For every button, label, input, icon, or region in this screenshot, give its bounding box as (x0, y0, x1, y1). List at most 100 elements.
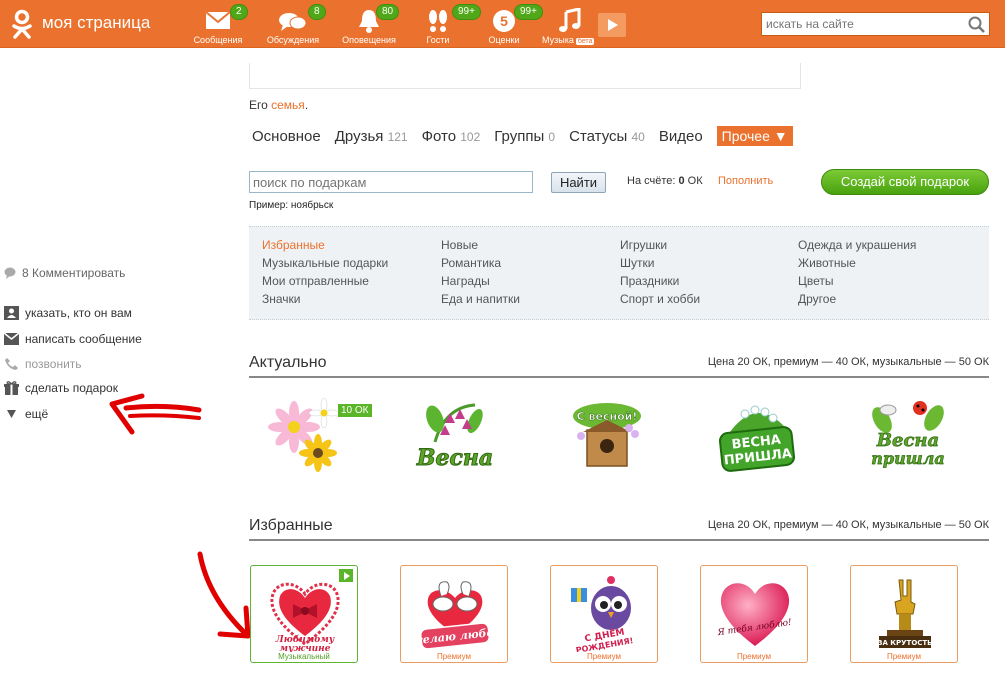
gift-card-premium[interactable]: Я тебя люблю! Премиум (700, 565, 808, 663)
nav-music[interactable]: Музыка бета (540, 4, 600, 46)
site-search-input[interactable] (762, 13, 962, 35)
gift-card-premium[interactable]: желаю любви Премиум (400, 565, 508, 663)
gift-card-premium[interactable]: С ДНЁМ РОЖДЕНИЯ! Премиум (550, 565, 658, 663)
tab-photos[interactable]: Фото 102 (422, 128, 481, 145)
nav-discussions[interactable]: 8 Обсуждения (262, 4, 326, 46)
rating-five-icon: 5 (493, 10, 515, 32)
example-prefix: Пример: (249, 200, 291, 211)
top-bar: моя страница 2 Сообщения 8 Обсуждения 80… (0, 0, 1005, 48)
set-relation-link[interactable]: указать, кто он вам (4, 306, 132, 320)
family-link[interactable]: семья (271, 98, 305, 112)
beta-badge: бета (575, 38, 595, 45)
gift-card-music[interactable]: Любимому мужчине Музыкальный (250, 565, 358, 663)
write-message-link[interactable]: написать сообщение (4, 332, 142, 346)
badge-messages: 2 (230, 4, 248, 20)
find-button[interactable]: Найти (551, 172, 606, 193)
example-value[interactable]: ноябрьск (291, 200, 333, 211)
category-other[interactable]: Другое (798, 292, 836, 306)
section-divider (249, 539, 989, 541)
tab-video[interactable]: Видео (659, 128, 703, 145)
tab-count: 102 (460, 129, 481, 144)
call-label: позвонить (25, 357, 82, 371)
vesna-prishla-ladybug-image[interactable]: Весна пришла (858, 396, 958, 476)
play-music-button[interactable] (598, 13, 626, 37)
tab-friends[interactable]: Друзья 121 (335, 128, 408, 145)
nav-notifications[interactable]: 80 Оповещения (338, 4, 400, 46)
category-toys[interactable]: Игрушки (620, 238, 667, 252)
make-gift-link[interactable]: сделать подарок (4, 381, 118, 395)
category-clothes[interactable]: Одежда и украшения (798, 238, 916, 252)
ya-tebya-lyublyu-heart-image: Я тебя люблю! (716, 583, 793, 646)
triangle-down-icon (7, 410, 16, 418)
more-link[interactable]: ещё (4, 407, 48, 421)
gift-icon (4, 381, 19, 395)
badge-guests: 99+ (452, 4, 481, 20)
annotation-arrow-icon (109, 393, 202, 435)
search-icon[interactable] (968, 16, 986, 34)
status-frame (249, 63, 801, 89)
s-vesnoy-birdhouse-image[interactable]: С весной! (557, 396, 657, 476)
account-prefix: На счёте: (627, 175, 679, 187)
vesna-bluebells-image[interactable]: Весна (405, 397, 505, 477)
chat-bubbles-icon (279, 13, 307, 31)
nav-ratings[interactable]: 5 99+ Оценки (484, 4, 543, 46)
section-price-actual: Цена 20 ОК, премиум — 40 ОК, музыкальные… (707, 356, 989, 368)
section-price-favorites: Цена 20 ОК, премиум — 40 ОК, музыкальные… (707, 519, 989, 531)
nav-guests[interactable]: 99+ Гости (416, 4, 481, 46)
category-food[interactable]: Еда и напитки (441, 292, 520, 306)
category-sport[interactable]: Спорт и хобби (620, 292, 700, 306)
create-gift-button[interactable]: Создай свой подарок (821, 169, 989, 195)
envelope-icon (4, 333, 19, 345)
account-balance: На счёте: 0 ОК (627, 175, 703, 187)
profile-photo-area[interactable] (0, 56, 218, 256)
category-new[interactable]: Новые (441, 238, 478, 252)
tab-label: Основное (252, 127, 321, 145)
music-note-icon (559, 8, 581, 32)
call-link[interactable]: позвонить (4, 357, 82, 371)
comment-link[interactable]: 8 Комментировать (4, 266, 125, 280)
site-title[interactable]: моя страница (42, 13, 150, 33)
card-caption: Премиум (736, 652, 772, 661)
topup-link[interactable]: Пополнить (718, 175, 773, 187)
comment-label: 8 Комментировать (22, 266, 126, 280)
category-flowers[interactable]: Цветы (798, 274, 834, 288)
nav-label: Гости (426, 35, 450, 45)
tab-label: Видео (658, 127, 703, 145)
vesna-prishla-lily-image[interactable]: ВЕСНА ПРИШЛА (707, 396, 807, 476)
category-music[interactable]: Музыкальные подарки (262, 256, 388, 270)
category-jokes[interactable]: Шутки (620, 256, 654, 270)
category-romance[interactable]: Романтика (441, 256, 501, 270)
tab-count: 0 (548, 129, 556, 144)
comment-icon (4, 267, 16, 279)
envelope-icon (205, 11, 231, 29)
svg-text:Весна: Весна (876, 430, 939, 451)
tab-label: Друзья (334, 127, 384, 145)
category-favorites[interactable]: Избранные (262, 238, 325, 252)
tab-label: Фото (421, 127, 457, 145)
section-divider (249, 376, 989, 378)
gift-search-input[interactable] (250, 172, 532, 192)
nav-label: Музыка бета (542, 35, 600, 45)
tab-statuses[interactable]: Статусы 40 (569, 128, 645, 145)
category-animals[interactable]: Животные (798, 256, 856, 270)
tab-groups[interactable]: Группы 0 (494, 128, 555, 145)
category-awards[interactable]: Награды (441, 274, 490, 288)
section-title-favorites: Избранные (249, 517, 333, 534)
nav-music-label: Музыка (542, 35, 574, 45)
svg-text:ЗА КРУТОСТЬ: ЗА КРУТОСТЬ (877, 639, 932, 647)
more-label: ещё (25, 407, 49, 421)
category-badges[interactable]: Значки (262, 292, 301, 306)
card-caption: Премиум (436, 652, 472, 661)
odnoklassniki-logo-icon[interactable] (10, 9, 34, 39)
phone-icon (5, 358, 18, 370)
nav-messages[interactable]: 2 Сообщения (190, 4, 248, 46)
nav-label: Обсуждения (266, 35, 320, 45)
category-holidays[interactable]: Праздники (620, 274, 679, 288)
tab-more-dropdown[interactable]: Прочее ▼ (716, 126, 793, 146)
tab-label: Группы (494, 127, 545, 145)
gift-card-premium[interactable]: ЗА КРУТОСТЬ Премиум (850, 565, 958, 663)
tab-main[interactable]: Основное (252, 128, 321, 145)
family-prefix: Его (249, 98, 272, 112)
badge-notifications: 80 (376, 4, 400, 20)
category-sent[interactable]: Мои отправленные (262, 274, 369, 288)
